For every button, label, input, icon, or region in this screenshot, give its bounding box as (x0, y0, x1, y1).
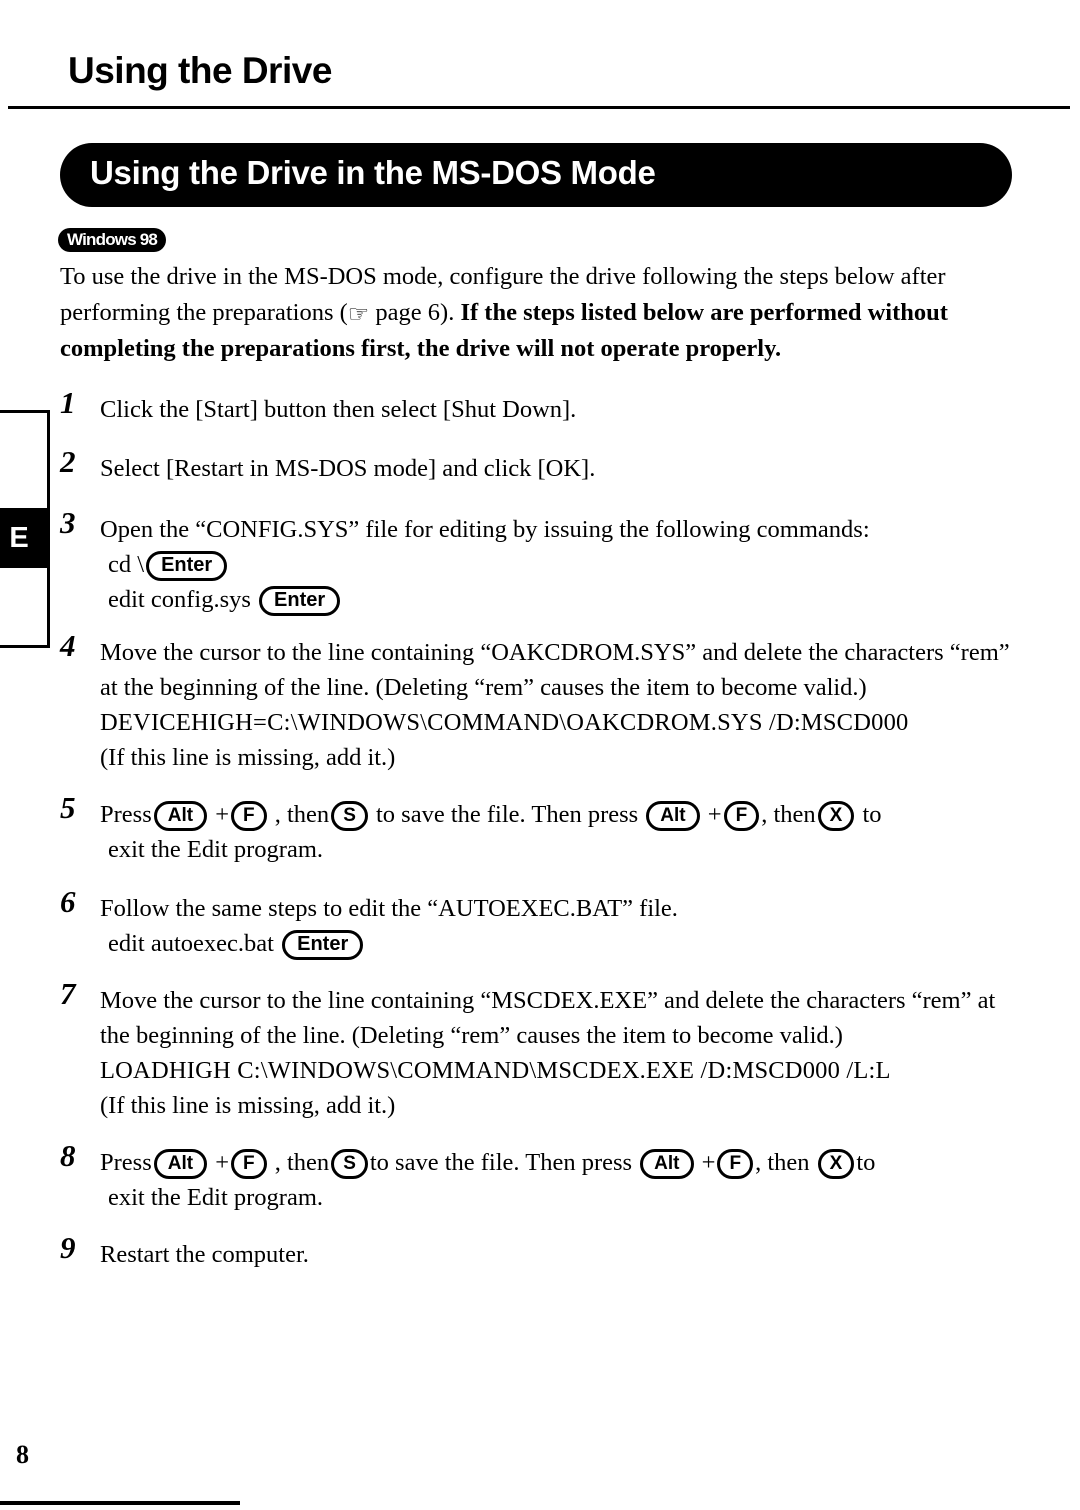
step-command-line: edit autoexec.bat Enter (100, 926, 1018, 961)
step-command-line: edit config.sys Enter (100, 582, 1018, 617)
list-item: 2 Select [Restart in MS-DOS mode] and cl… (60, 446, 1018, 486)
key-f[interactable]: F (717, 1149, 754, 1179)
step-body: Move the cursor to the line containing “… (100, 635, 1018, 775)
step-number: 8 (60, 1138, 76, 1173)
step-line: Restart the computer. (100, 1241, 309, 1268)
step-note-line: (If this line is missing, add it.) (100, 744, 396, 771)
step-text: + (215, 1149, 230, 1176)
step-text: , then (274, 801, 330, 828)
os-badge: Windows 98 (58, 228, 167, 252)
key-alt[interactable]: Alt (153, 1149, 208, 1179)
key-f[interactable]: F (723, 801, 760, 831)
step-text: + (701, 1149, 716, 1176)
key-x[interactable]: X (817, 801, 855, 831)
page-number: 8 (16, 1440, 29, 1469)
step-line: Press Alt + F , then Sto save the file. The… (100, 1145, 1018, 1180)
title-divider (8, 106, 1070, 109)
step-command-line: cd \ Enter (100, 547, 1018, 582)
step-line: exit the Edit program. (108, 836, 323, 863)
key-s[interactable]: S (331, 1149, 368, 1179)
step-line: Move the cursor to the line containing “… (100, 639, 1010, 701)
step-text: + (707, 801, 722, 828)
key-f[interactable]: F (231, 1149, 267, 1179)
step-text: + (215, 801, 230, 828)
list-item: 4 Move the cursor to the line containing… (60, 630, 1018, 775)
edge-tab-marker: E (0, 410, 50, 648)
key-enter[interactable]: Enter (282, 930, 364, 960)
footer-divider (0, 1501, 240, 1505)
step-number: 7 (60, 976, 76, 1011)
key-enter[interactable]: Enter (146, 551, 228, 581)
step-text: , then (274, 1149, 330, 1176)
key-f[interactable]: F (231, 801, 267, 831)
list-item: 5 Press Alt + F , then S to save the file. … (60, 792, 1018, 867)
step-number: 2 (60, 444, 76, 479)
section-banner-title: Using the Drive in the MS-DOS Mode (90, 154, 656, 191)
step-text: to save the file. Then press (369, 1149, 633, 1176)
edge-tab-cell-lower (0, 568, 50, 648)
step-number: 1 (60, 385, 76, 420)
step-line: exit the Edit program. (108, 1184, 323, 1211)
page-title: Using the Drive (68, 50, 332, 91)
edge-tab-cell-active: E (0, 508, 50, 568)
intro-text-2: page 6). (369, 299, 461, 326)
list-item: 8 Press Alt + F , then Sto save the file. T… (60, 1140, 1018, 1215)
key-alt[interactable]: Alt (646, 801, 700, 831)
section-banner: Using the Drive in the MS-DOS Mode (60, 143, 1012, 207)
list-item: 1 Click the [Start] button then select [… (60, 387, 1018, 427)
step-text: Press (100, 801, 152, 828)
key-x[interactable]: X (817, 1149, 855, 1179)
step-number: 9 (60, 1230, 76, 1265)
step-body: Click the [Start] button then select [Sh… (100, 392, 1018, 427)
step-number: 5 (60, 790, 76, 825)
list-item: 7 Move the cursor to the line containing… (60, 978, 1018, 1123)
step-text: to save the file. Then press (376, 801, 639, 828)
list-item: 3 Open the “CONFIG.SYS” file for editing… (60, 507, 1018, 617)
step-line: Move the cursor to the line containing “… (100, 987, 996, 1049)
list-item: 9 Restart the computer. (60, 1232, 1018, 1272)
step-config-line: DEVICEHIGH=C:\WINDOWS\COMMAND\OAKCDROM.S… (100, 709, 909, 736)
key-enter[interactable]: Enter (259, 586, 341, 616)
step-body: Press Alt + F , then Sto save the file. The… (100, 1145, 1018, 1215)
step-body: Restart the computer. (100, 1237, 1018, 1272)
step-line: Click the [Start] button then select [Sh… (100, 396, 577, 423)
step-text: , then (761, 801, 816, 828)
step-text: , then (755, 1149, 810, 1176)
step-text: Press (100, 1149, 152, 1176)
command-text: edit config.sys (108, 586, 251, 613)
step-line: Select [Restart in MS-DOS mode] and clic… (100, 455, 596, 482)
intro-paragraph: To use the drive in the MS-DOS mode, con… (60, 259, 1018, 367)
step-body: Select [Restart in MS-DOS mode] and clic… (100, 451, 1018, 486)
command-text: edit autoexec.bat (108, 930, 274, 957)
command-text: cd \ (108, 551, 145, 578)
step-text: to (856, 1149, 876, 1176)
list-item: 6 Follow the same steps to edit the “AUT… (60, 886, 1018, 961)
key-s[interactable]: S (331, 801, 368, 831)
step-number: 3 (60, 505, 76, 540)
step-body: Move the cursor to the line containing “… (100, 983, 1018, 1123)
step-number: 4 (60, 628, 76, 663)
step-line: Follow the same steps to edit the “AUTOE… (100, 895, 678, 922)
key-alt[interactable]: Alt (153, 801, 208, 831)
step-line: Open the “CONFIG.SYS” file for editing b… (100, 516, 870, 543)
key-alt[interactable]: Alt (640, 1149, 694, 1179)
step-body: Open the “CONFIG.SYS” file for editing b… (100, 512, 1018, 617)
step-body: Follow the same steps to edit the “AUTOE… (100, 891, 1018, 961)
step-line: Press Alt + F , then S to save the file. Th… (100, 797, 1018, 832)
pointing-hand-icon: ☞ (347, 302, 370, 328)
steps-list: 1 Click the [Start] button then select [… (60, 387, 1018, 1272)
step-body: Press Alt + F , then S to save the file. Th… (100, 797, 1018, 867)
step-config-line: LOADHIGH C:\WINDOWS\COMMAND\MSCDEX.EXE /… (100, 1057, 891, 1084)
step-note-line: (If this line is missing, add it.) (100, 1092, 396, 1119)
step-number: 6 (60, 884, 76, 919)
edge-tab-cell-upper (0, 410, 50, 508)
step-text: to (862, 801, 882, 828)
